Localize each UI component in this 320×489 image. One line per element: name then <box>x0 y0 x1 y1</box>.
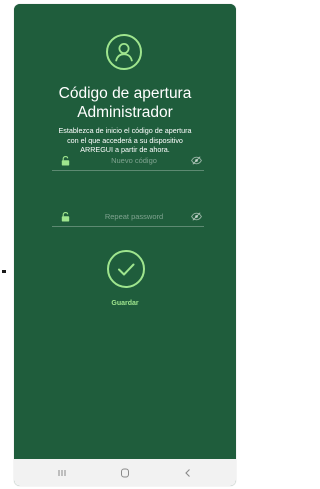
phone-frame: Código de apertura Administrador Estable… <box>14 4 236 486</box>
system-nav-bar <box>14 459 236 486</box>
repeat-password-input[interactable] <box>82 208 186 224</box>
home-icon[interactable] <box>115 466 135 480</box>
lock-icon <box>61 212 70 222</box>
pointer-mark <box>2 270 6 273</box>
repeat-password-field <box>52 206 204 227</box>
recent-apps-icon[interactable] <box>52 466 72 480</box>
confirm-button[interactable] <box>107 250 145 288</box>
lock-icon <box>61 156 70 166</box>
page-title-line-1: Código de apertura <box>58 85 192 102</box>
new-code-input[interactable] <box>82 152 186 168</box>
description-line: Establezca de inicio el código de apertu… <box>58 126 192 135</box>
user-circle-icon <box>106 34 142 70</box>
new-code-field <box>52 150 204 171</box>
eye-hidden-icon[interactable] <box>191 212 202 221</box>
back-icon[interactable] <box>178 466 198 480</box>
eye-hidden-icon[interactable] <box>191 156 202 165</box>
app-screen: Código de apertura Administrador Estable… <box>14 4 236 459</box>
page-title-line-2: Administrador <box>77 104 173 121</box>
description-line: con el que accederá a su dispositivo <box>67 135 183 145</box>
save-button[interactable]: Guardar <box>14 300 236 307</box>
check-icon <box>118 263 135 276</box>
